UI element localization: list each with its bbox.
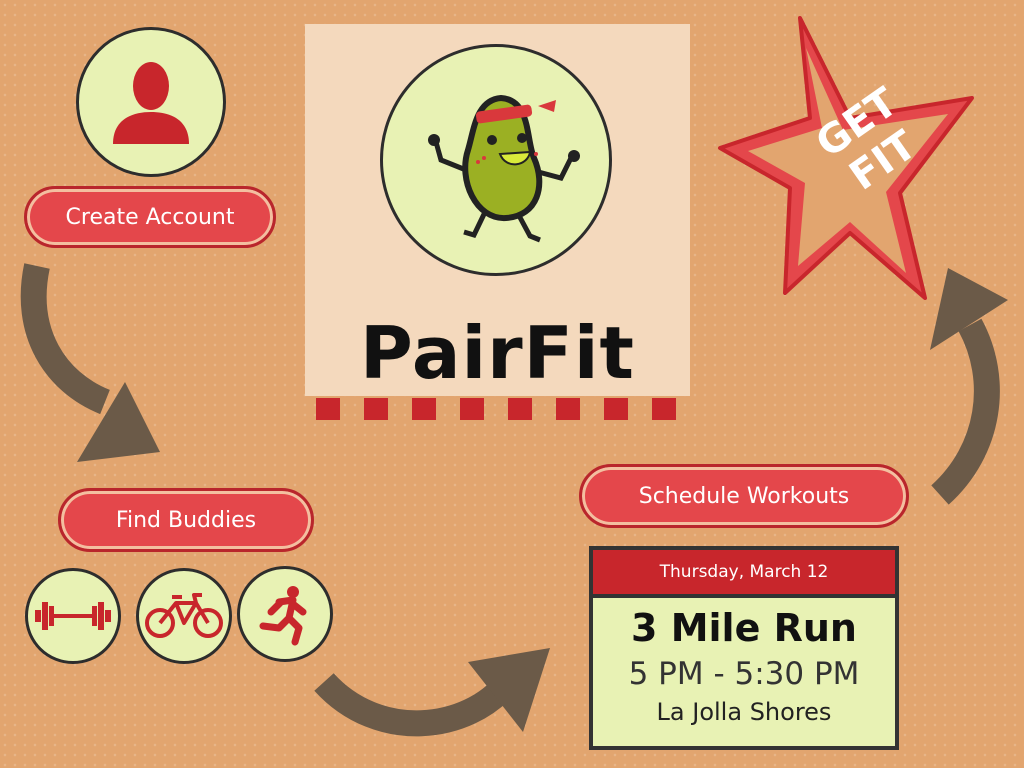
activity-bike[interactable] — [136, 568, 232, 664]
app-title: PairFit — [360, 311, 635, 395]
pairfit-logo-card: PairFit — [305, 24, 690, 396]
event-title: 3 Mile Run — [631, 606, 857, 650]
arrow-to-get-fit — [930, 268, 1008, 505]
divider-dash — [316, 398, 340, 420]
divider-dash — [412, 398, 436, 420]
arrow-to-find-buddies — [20, 263, 160, 462]
divider-dash — [508, 398, 532, 420]
divider-dash — [556, 398, 580, 420]
event-date: Thursday, March 12 — [593, 550, 895, 598]
create-account-label: Create Account — [65, 204, 235, 230]
find-buddies-button[interactable]: Find Buddies — [58, 488, 314, 552]
weightlifting-icon — [35, 602, 111, 630]
schedule-workouts-label: Schedule Workouts — [638, 483, 850, 509]
divider-dash — [460, 398, 484, 420]
user-icon — [113, 62, 189, 144]
find-buddies-label: Find Buddies — [115, 507, 257, 533]
divider-dash — [652, 398, 676, 420]
activity-weights[interactable] — [25, 568, 121, 664]
bicycle-icon — [145, 593, 223, 638]
schedule-workouts-button[interactable]: Schedule Workouts — [579, 464, 909, 528]
event-time: 5 PM - 5:30 PM — [628, 656, 860, 692]
pear-runner-icon — [428, 94, 580, 243]
divider-dash — [604, 398, 628, 420]
user-avatar-circle — [76, 27, 226, 177]
workout-event-card[interactable]: Thursday, March 12 3 Mile Run 5 PM - 5:3… — [589, 546, 899, 750]
runner-icon — [259, 586, 307, 646]
event-location: La Jolla Shores — [656, 698, 832, 726]
arrow-to-schedule — [314, 648, 550, 737]
divider-dash — [364, 398, 388, 420]
mascot-circle — [380, 44, 612, 276]
create-account-button[interactable]: Create Account — [24, 186, 276, 248]
